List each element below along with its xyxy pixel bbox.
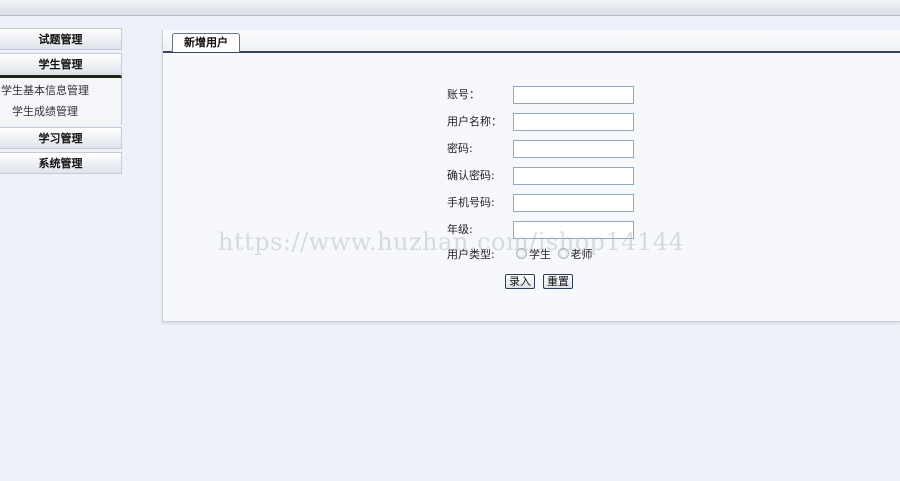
password-input[interactable] (513, 140, 634, 158)
grade-input[interactable] (513, 221, 634, 239)
student-submenu: 学生基本信息管理 学生成绩管理 (0, 78, 122, 125)
radio-teacher[interactable] (557, 248, 569, 259)
menu-student-management[interactable]: 学生管理 (0, 53, 122, 78)
phone-label: 手机号码: (447, 196, 495, 209)
radio-student-label: 学生 (529, 248, 551, 261)
sidebar-nav: 试题管理 学生管理 学生基本信息管理 学生成绩管理 学习管理 系统管理 (0, 28, 122, 177)
account-input[interactable] (513, 86, 634, 104)
password-label: 密码: (447, 142, 473, 155)
username-input[interactable] (513, 113, 634, 131)
reset-button[interactable]: 重置 (543, 274, 573, 289)
confirm-password-input[interactable] (513, 167, 634, 185)
menu-question-management[interactable]: 试题管理 (0, 28, 122, 50)
top-header-bar (0, 0, 900, 16)
tab-bar: 新增用户 (163, 30, 900, 53)
radio-teacher-label: 老师 (570, 248, 593, 261)
confirm-password-label: 确认密码: (447, 169, 495, 182)
submenu-student-grades[interactable]: 学生成绩管理 (0, 101, 121, 122)
radio-student[interactable] (516, 248, 527, 259)
grade-label: 年级: (447, 223, 473, 236)
submenu-student-basic-info[interactable]: 学生基本信息管理 (0, 80, 121, 101)
phone-input[interactable] (513, 194, 634, 212)
menu-system-management[interactable]: 系统管理 (0, 152, 122, 174)
menu-study-management[interactable]: 学习管理 (0, 127, 122, 149)
username-label: 用户名称： (447, 115, 502, 128)
submit-button[interactable]: 录入 (505, 274, 535, 289)
user-type-label: 用户类型: (447, 248, 495, 261)
user-type-radio-group: 学生 老师 (516, 245, 596, 265)
account-label: 账号： (447, 88, 480, 101)
tab-add-user[interactable]: 新增用户 (172, 33, 240, 52)
